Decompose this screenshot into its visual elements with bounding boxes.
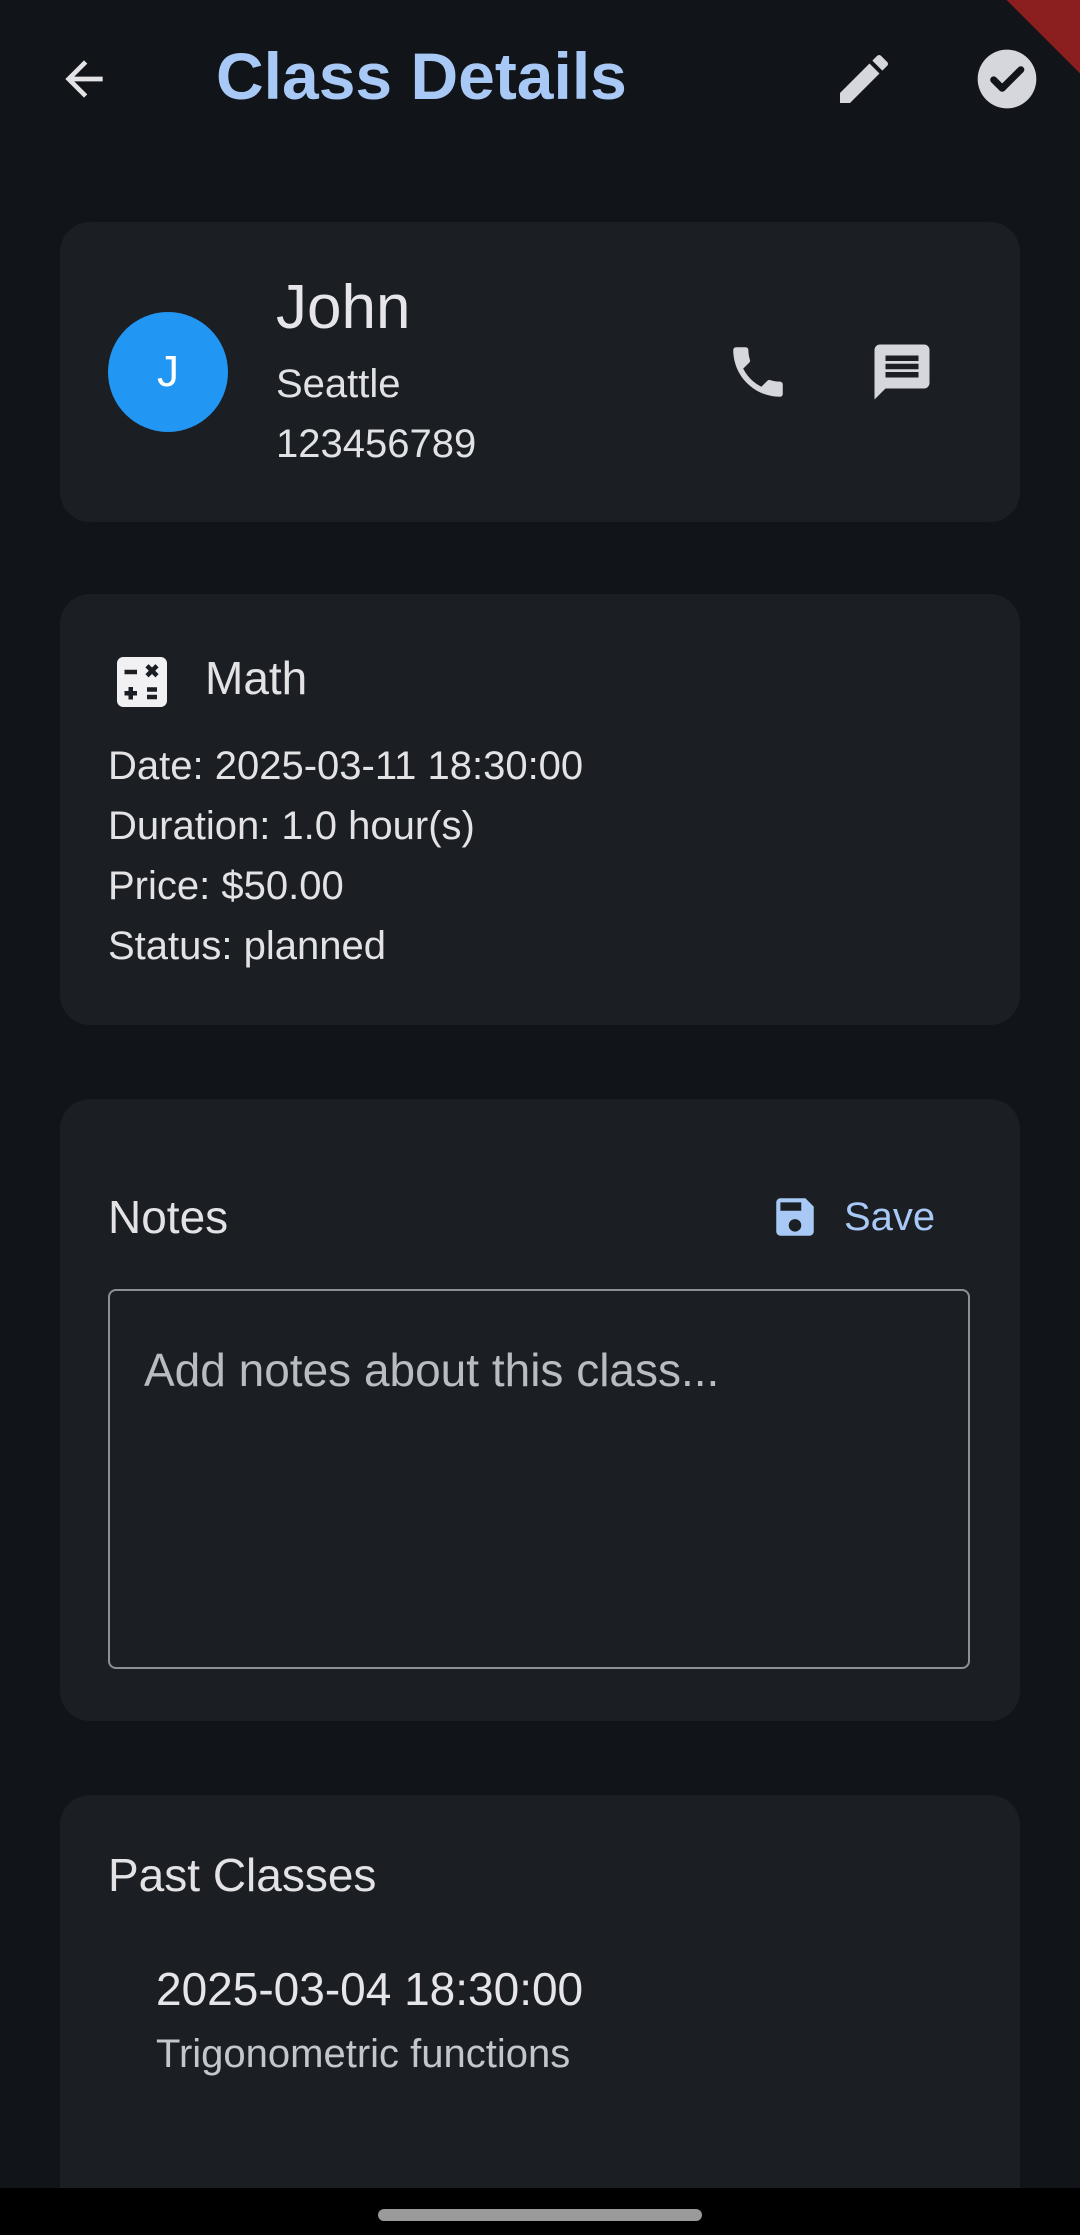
- system-navigation-bar: [0, 2188, 1080, 2235]
- save-notes-button[interactable]: Save: [750, 1181, 955, 1253]
- calculator-icon: [117, 657, 167, 707]
- complete-class-button[interactable]: [973, 45, 1041, 113]
- edit-button[interactable]: [830, 45, 898, 113]
- page-title: Class Details: [216, 39, 627, 113]
- student-name: John: [276, 273, 411, 342]
- list-item[interactable]: 2025-03-04 18:30:00 Trigonometric functi…: [108, 1961, 972, 2111]
- avatar[interactable]: J: [108, 312, 228, 432]
- past-class-topic: Trigonometric functions: [156, 2032, 571, 2076]
- notes-title: Notes: [108, 1191, 229, 1243]
- past-class-date: 2025-03-04 18:30:00: [156, 1963, 584, 2015]
- past-classes-card: Past Classes 2025-03-04 18:30:00 Trigono…: [60, 1795, 1020, 2235]
- check-circle-icon: [977, 49, 1037, 109]
- lesson-info-card: Math Date: 2025-03-11 18:30:00 Duration:…: [60, 594, 1020, 1025]
- notes-card: Notes Save: [60, 1099, 1020, 1721]
- student-phone: 123456789: [276, 422, 477, 466]
- call-button[interactable]: [720, 334, 796, 410]
- lesson-duration: Duration: 1.0 hour(s): [108, 804, 475, 848]
- save-label: Save: [844, 1194, 936, 1239]
- app-bar: Class Details: [0, 0, 1080, 152]
- student-card: J John Seattle 123456789: [60, 222, 1020, 522]
- save-icon: [776, 1198, 814, 1236]
- phone-icon: [733, 347, 783, 397]
- lesson-status: Status: planned: [108, 924, 386, 968]
- home-gesture-handle[interactable]: [378, 2209, 702, 2221]
- subject-name: Math: [205, 652, 308, 704]
- class-details-screen: Class Details J John Seattle 123456789 M…: [0, 0, 1080, 2235]
- message-icon: [874, 344, 930, 400]
- notes-input[interactable]: [108, 1289, 970, 1669]
- student-city: Seattle: [276, 362, 401, 406]
- back-button[interactable]: [50, 45, 118, 113]
- message-button[interactable]: [864, 334, 940, 410]
- pencil-icon: [840, 54, 889, 103]
- arrow-back-icon: [65, 60, 103, 98]
- lesson-date: Date: 2025-03-11 18:30:00: [108, 744, 584, 788]
- past-classes-title: Past Classes: [108, 1849, 377, 1901]
- lesson-price: Price: $50.00: [108, 864, 344, 908]
